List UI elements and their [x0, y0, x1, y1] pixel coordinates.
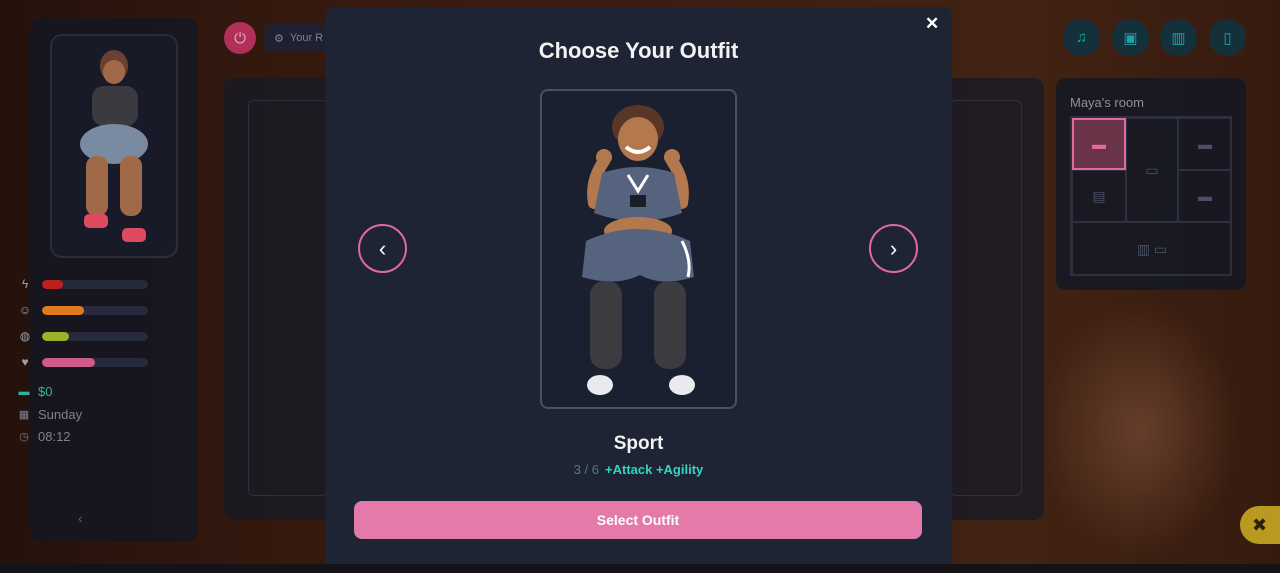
chevron-right-icon: ›: [889, 235, 898, 261]
room-cell-bed-3[interactable]: ▬: [1178, 170, 1232, 222]
bottom-strip: [0, 564, 1280, 573]
close-icon[interactable]: ✕: [925, 14, 939, 34]
scene-inner-left: [248, 100, 328, 496]
energy-bar-fill: [42, 279, 64, 289]
lightning-icon: ϟ: [21, 277, 29, 291]
power-icon: ⏻: [234, 29, 246, 47]
tools-button[interactable]: ✖: [1240, 506, 1280, 544]
your-room-label: Your R: [289, 32, 324, 44]
brain-icon: ◍: [19, 329, 31, 343]
chevron-left-icon: ‹: [378, 235, 387, 261]
outfit-counter: 3 / 6: [573, 462, 600, 477]
intellect-bar-fill: [42, 331, 69, 341]
phone-icon: ▯: [1223, 29, 1232, 47]
room-cell-bed-2[interactable]: ▬: [1178, 118, 1232, 170]
character-image: [80, 50, 148, 242]
intellect-bar: [42, 331, 148, 341]
room-cell-bed[interactable]: ▬: [1072, 118, 1126, 170]
stat-mood: ☺: [18, 303, 148, 317]
outfit-meta: 3 / 6 +Attack +Agility: [325, 462, 952, 477]
stat-affection: ♥: [18, 355, 148, 369]
smile-icon: ☺: [18, 303, 32, 317]
room-title: Maya's room: [1070, 95, 1145, 110]
save-button[interactable]: ▣: [1112, 19, 1149, 56]
collapse-sidebar-icon[interactable]: ‹: [78, 510, 83, 526]
room-grid: ▬ ▭ ▬ ▤ ▬ ▥ ▭: [1070, 116, 1232, 276]
outfit-preview: [540, 89, 737, 409]
money-row: ▬ $0: [18, 384, 53, 399]
tools-icon: ✖: [1252, 514, 1268, 535]
background-light: [1040, 300, 1240, 560]
music-button[interactable]: ♫: [1063, 19, 1100, 56]
room-cell-sofa[interactable]: ▭: [1126, 118, 1178, 222]
outfit-bonus: +Attack +Agility: [605, 462, 704, 477]
room-map: Maya's room ▬ ▭ ▬ ▤ ▬ ▥ ▭: [1056, 78, 1246, 290]
power-button[interactable]: ⏻: [224, 22, 256, 54]
mood-bar: [42, 305, 148, 315]
next-outfit-button[interactable]: ›: [869, 224, 918, 273]
modal-title: Choose Your Outfit: [538, 38, 739, 63]
mood-bar-fill: [42, 305, 85, 315]
phone-button[interactable]: ▯: [1209, 19, 1246, 56]
energy-bar: [42, 279, 148, 289]
outfit-name: Sport: [613, 433, 664, 454]
time-row: ◷ 08:12: [18, 429, 71, 444]
gear-icon: ⚙: [274, 32, 284, 45]
time-value: 08:12: [38, 429, 71, 444]
map-icon: ▥: [1171, 29, 1186, 47]
desk-icon: ▤: [1092, 187, 1106, 204]
prev-outfit-button[interactable]: ‹: [358, 224, 407, 273]
sofa-icon: ▭: [1145, 161, 1159, 178]
music-icon: ♫: [1075, 29, 1088, 46]
scene-inner-right: [950, 100, 1022, 496]
affection-bar: [42, 357, 148, 367]
character-portrait[interactable]: [50, 34, 178, 258]
room-cell-kitchen[interactable]: ▥ ▭: [1072, 222, 1232, 276]
money-value: $0: [38, 384, 53, 399]
stat-energy: ϟ: [18, 277, 148, 291]
heart-icon: ♥: [21, 355, 29, 369]
save-icon: ▣: [1123, 29, 1138, 47]
bed-icon: ▬: [1198, 136, 1212, 152]
bed-icon: ▬: [1092, 136, 1106, 152]
map-button[interactable]: ▥: [1160, 19, 1197, 56]
room-cell-desk[interactable]: ▤: [1072, 170, 1126, 222]
bed-icon: ▬: [1198, 188, 1212, 204]
affection-bar-fill: [42, 357, 95, 367]
outfit-character-image: [582, 105, 695, 395]
calendar-icon: ▦: [18, 409, 30, 421]
stat-intellect: ◍: [18, 329, 148, 343]
day-value: Sunday: [38, 407, 83, 422]
day-row: ▦ Sunday: [18, 407, 82, 422]
clock-icon: ◷: [19, 431, 29, 443]
select-outfit-button[interactable]: Select Outfit: [354, 501, 922, 539]
money-icon: ▬: [18, 385, 30, 398]
table-icon: ▥ ▭: [1136, 240, 1168, 257]
